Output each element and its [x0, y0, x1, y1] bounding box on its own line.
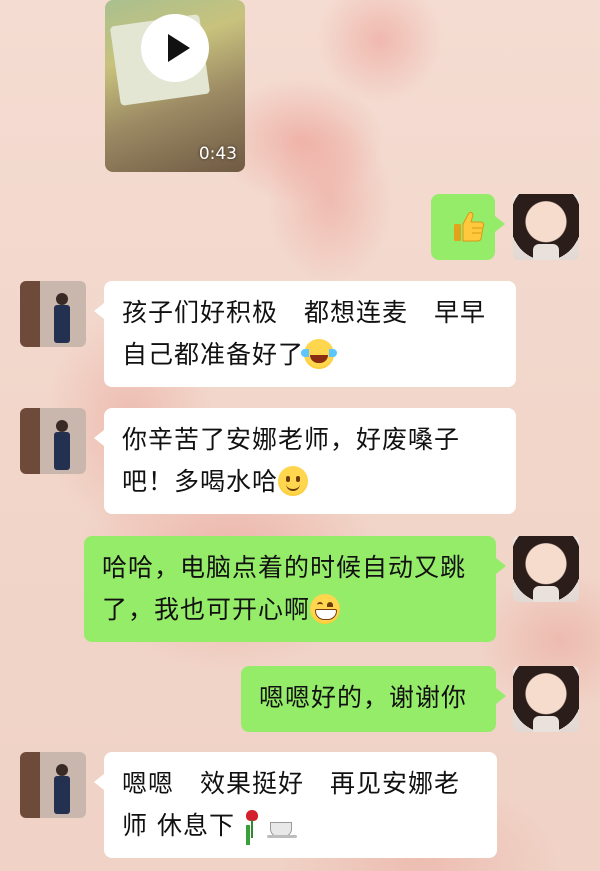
message-text-line: 孩子们好积极 都想连麦 早早 [122, 298, 487, 327]
avatar-contact[interactable] [20, 281, 86, 347]
smile-emoji-icon [278, 466, 309, 496]
coffee-emoji-icon [266, 810, 299, 840]
message-text-line: 嗯嗯好的，谢谢你 [259, 683, 468, 712]
grin-emoji-icon [310, 594, 341, 624]
message-bubble[interactable]: 嗯嗯好的，谢谢你 [241, 666, 506, 732]
message-bubble-thumbs-up[interactable] [431, 194, 505, 260]
message-text-line: 自己都准备好了 [122, 334, 498, 376]
message-text-line: 嗯嗯 效果挺好 再见安娜老 [122, 769, 461, 798]
message-bubble[interactable]: 嗯嗯 效果挺好 再见安娜老 师 休息下 [94, 752, 497, 858]
avatar-self[interactable] [513, 194, 579, 260]
message-text-line: 哈哈，电脑点着的时候自动又跳 [102, 553, 467, 582]
avatar-contact[interactable] [20, 408, 86, 474]
message-text-line: 吧！多喝水哈 [122, 461, 498, 503]
video-duration: 0:43 [198, 144, 237, 164]
message-text-line: 你辛苦了安娜老师，好废嗓子 [122, 425, 461, 454]
message-text-line: 了，我也可开心啊 [102, 589, 478, 631]
message-text-line: 师 休息下 [122, 805, 479, 847]
avatar-contact[interactable] [20, 752, 86, 818]
rose-emoji-icon [243, 810, 261, 840]
thumbs-up-icon [454, 211, 485, 242]
avatar-self[interactable] [513, 666, 579, 732]
message-bubble[interactable]: 你辛苦了安娜老师，好废嗓子 吧！多喝水哈 [94, 408, 516, 514]
video-message[interactable]: 0:43 [105, 0, 245, 172]
message-bubble[interactable]: 哈哈，电脑点着的时候自动又跳 了，我也可开心啊 [84, 536, 506, 642]
avatar-self[interactable] [513, 536, 579, 602]
laugh-cry-emoji-icon [301, 339, 338, 369]
play-icon[interactable] [141, 14, 209, 82]
message-bubble[interactable]: 孩子们好积极 都想连麦 早早 自己都准备好了 [94, 281, 516, 387]
